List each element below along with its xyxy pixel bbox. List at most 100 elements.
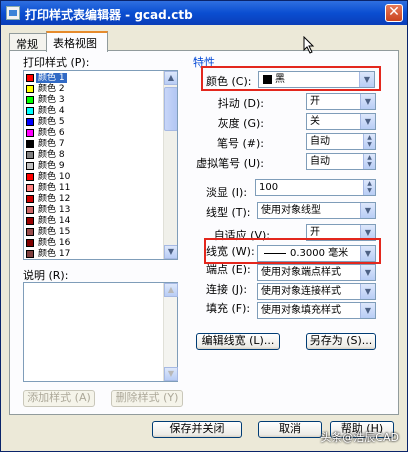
tab-general[interactable]: 常规 xyxy=(9,33,47,51)
app-icon xyxy=(6,6,20,20)
chevron-down-icon[interactable]: ▼ xyxy=(360,114,375,129)
linetype-label: 线型 (T): xyxy=(206,206,251,219)
scroll-thumb[interactable] xyxy=(164,87,177,131)
screening-stepper[interactable]: 100 ▲ ▼ xyxy=(255,179,376,196)
style-item-label: 颜色 17 xyxy=(38,249,71,259)
color-highlight-box xyxy=(201,66,381,91)
style-list-item[interactable]: 颜色 9 xyxy=(26,161,162,171)
screening-value: 100 xyxy=(259,182,279,193)
style-list-item[interactable]: 颜色 13 xyxy=(26,205,162,215)
color-swatch xyxy=(26,107,34,115)
color-swatch xyxy=(26,195,34,203)
delete-style-button[interactable]: 删除样式 (Y) xyxy=(111,390,183,407)
scroll-up-icon[interactable]: ▲ xyxy=(164,283,178,297)
style-item-label: 颜色 8 xyxy=(38,150,65,160)
dither-value: 开 xyxy=(310,96,320,107)
color-swatch xyxy=(26,129,34,137)
style-list-item[interactable]: 颜色 2 xyxy=(26,84,162,94)
title-bar[interactable]: 打印样式表编辑器 - gcad.ctb ✕ xyxy=(1,1,407,25)
scroll-down-icon[interactable]: ▼ xyxy=(164,367,178,381)
scroll-down-icon[interactable]: ▼ xyxy=(164,245,177,259)
style-list-item[interactable]: 颜色 5 xyxy=(26,117,162,127)
mouse-cursor-icon xyxy=(303,36,315,54)
style-list-item[interactable]: 颜色 14 xyxy=(26,216,162,226)
style-list-item[interactable]: 颜色 6 xyxy=(26,128,162,138)
description-scrollbar[interactable]: ▲ ▼ xyxy=(163,283,178,381)
spin-arrows-icon[interactable]: ▲ ▼ xyxy=(363,154,375,169)
pen-value: 自动 xyxy=(310,136,330,147)
style-item-label: 颜色 9 xyxy=(38,161,65,171)
linetype-select[interactable]: 使用对象线型 ▼ xyxy=(257,202,376,219)
chevron-down-icon[interactable]: ▼ xyxy=(360,94,375,109)
style-list-item[interactable]: 颜色 16 xyxy=(26,238,162,248)
save-as-button[interactable]: 另存为 (S)... xyxy=(306,333,376,350)
color-swatch xyxy=(26,85,34,93)
fill-value: 使用对象填充样式 xyxy=(261,305,341,316)
style-list-item[interactable]: 颜色 1 xyxy=(26,73,162,83)
grayscale-select[interactable]: 关 ▼ xyxy=(306,113,376,130)
chevron-down-icon[interactable]: ▼ xyxy=(360,303,375,318)
pen-stepper[interactable]: 自动 ▲ ▼ xyxy=(306,133,376,150)
line-join-label: 连接 (J): xyxy=(206,283,248,296)
lineweight-highlight-box xyxy=(204,238,381,264)
style-list-item[interactable]: 颜色 12 xyxy=(26,194,162,204)
screening-label: 淡显 (I): xyxy=(206,186,248,199)
spin-arrows-icon[interactable]: ▲ ▼ xyxy=(363,180,375,195)
virtual-pen-value: 自动 xyxy=(310,156,330,167)
pen-label: 笔号 (#): xyxy=(216,137,264,150)
style-item-label: 颜色 3 xyxy=(38,95,65,105)
style-item-label: 颜色 1 xyxy=(36,73,67,83)
color-swatch xyxy=(26,228,34,236)
style-list-item[interactable]: 颜色 10 xyxy=(26,172,162,182)
color-swatch xyxy=(26,162,34,170)
style-list-item[interactable]: 颜色 15 xyxy=(26,227,162,237)
window-title: 打印样式表编辑器 - gcad.ctb xyxy=(25,8,193,22)
style-list-item[interactable]: 颜色 8 xyxy=(26,150,162,160)
style-item-label: 颜色 6 xyxy=(38,128,65,138)
chevron-down-icon[interactable]: ▼ xyxy=(360,265,375,280)
style-item-label: 颜色 2 xyxy=(38,84,65,94)
color-swatch xyxy=(26,96,34,104)
style-list-item[interactable]: 颜色 3 xyxy=(26,95,162,105)
line-join-select[interactable]: 使用对象连接样式 ▼ xyxy=(257,283,376,300)
line-end-select[interactable]: 使用对象端点样式 ▼ xyxy=(257,264,376,281)
style-item-label: 颜色 11 xyxy=(38,183,71,193)
description-textarea[interactable]: ▲ ▼ xyxy=(23,282,178,382)
print-styles-list[interactable]: 颜色 1 颜色 2 颜色 3 颜色 4 颜色 5 颜色 6 颜色 7 颜色 8 颜色 9 颜色 1… xyxy=(23,70,178,260)
edit-lineweights-button[interactable]: 编辑线宽 (L)... xyxy=(196,333,280,350)
color-swatch xyxy=(26,151,34,159)
styles-scrollbar[interactable]: ▲ ▼ xyxy=(163,71,177,259)
style-list-item[interactable]: 颜色 7 xyxy=(26,139,162,149)
add-style-button[interactable]: 添加样式 (A) xyxy=(23,390,95,407)
chevron-down-icon[interactable]: ▼ xyxy=(360,203,375,218)
color-swatch xyxy=(26,250,34,258)
style-item-label: 颜色 12 xyxy=(38,194,71,204)
print-styles-label: 打印样式 (P): xyxy=(23,56,90,69)
close-button[interactable]: ✕ xyxy=(385,4,403,22)
style-list-item[interactable]: 颜色 11 xyxy=(26,183,162,193)
style-item-label: 颜色 4 xyxy=(38,106,65,116)
style-item-label: 颜色 13 xyxy=(38,205,71,215)
style-list-item[interactable]: 颜色 17 xyxy=(26,249,162,259)
save-close-button[interactable]: 保存并关闭 xyxy=(152,421,242,438)
spin-arrows-icon[interactable]: ▲ ▼ xyxy=(363,134,375,149)
fill-select[interactable]: 使用对象填充样式 ▼ xyxy=(257,302,376,319)
color-swatch xyxy=(26,184,34,192)
style-list-item[interactable]: 颜色 4 xyxy=(26,106,162,116)
virtual-pen-stepper[interactable]: 自动 ▲ ▼ xyxy=(306,153,376,170)
style-item-label: 颜色 5 xyxy=(38,117,65,127)
dither-select[interactable]: 开 ▼ xyxy=(306,93,376,110)
grayscale-value: 关 xyxy=(310,116,320,127)
style-item-label: 颜色 14 xyxy=(38,216,71,226)
tab-table-view[interactable]: 表格视图 xyxy=(46,31,108,52)
color-swatch xyxy=(26,206,34,214)
description-label: 说明 (R): xyxy=(23,269,69,282)
chevron-down-icon[interactable]: ▼ xyxy=(360,284,375,299)
scroll-up-icon[interactable]: ▲ xyxy=(164,71,177,85)
line-end-value: 使用对象端点样式 xyxy=(261,267,341,278)
linetype-value: 使用对象线型 xyxy=(261,205,321,216)
dither-label: 抖动 (D): xyxy=(217,97,264,110)
line-join-value: 使用对象连接样式 xyxy=(261,286,341,297)
cancel-button[interactable]: 取消 xyxy=(258,421,322,438)
dialog-window: 打印样式表编辑器 - gcad.ctb ✕ 常规 表格视图 打印样式 (P): … xyxy=(0,0,408,452)
